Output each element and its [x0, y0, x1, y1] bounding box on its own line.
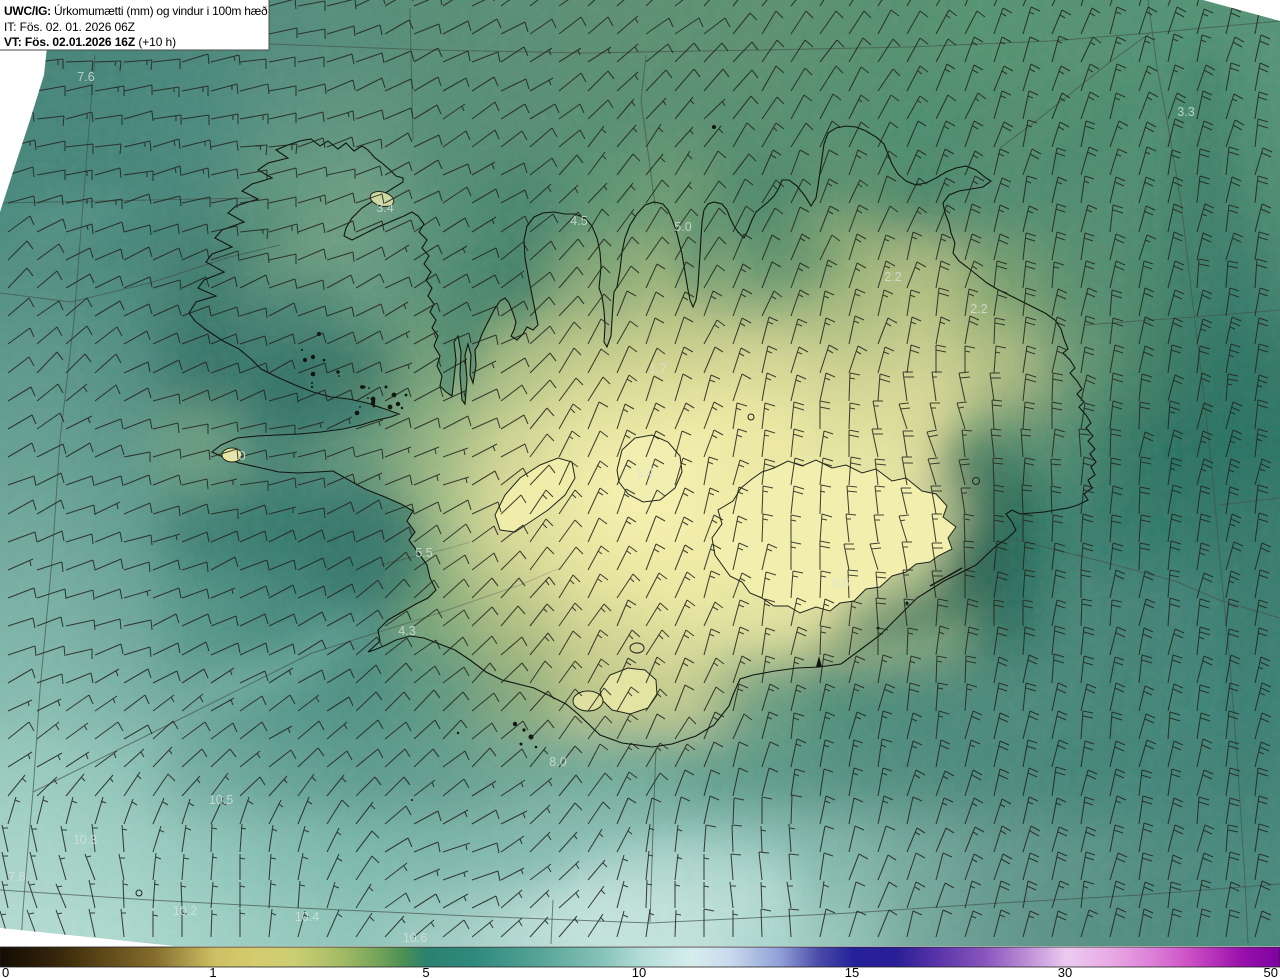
svg-text:UWC/IG: Úrkomumætti (mm) og vi: UWC/IG: Úrkomumætti (mm) og vindur i 100… — [4, 3, 268, 18]
svg-text:10.4: 10.4 — [295, 910, 319, 924]
svg-text:30: 30 — [1058, 965, 1072, 978]
svg-text:5: 5 — [422, 965, 429, 978]
svg-text:3.3: 3.3 — [1177, 105, 1194, 119]
svg-text:10: 10 — [632, 965, 646, 978]
svg-text:4.5: 4.5 — [570, 214, 587, 228]
svg-text:7.6: 7.6 — [77, 70, 94, 84]
svg-text:3.4: 3.4 — [376, 201, 393, 215]
svg-text:2.2: 2.2 — [884, 270, 901, 284]
svg-text:15: 15 — [845, 965, 859, 978]
svg-text:8.0: 8.0 — [549, 755, 566, 769]
svg-text:1.7: 1.7 — [649, 362, 666, 376]
svg-text:10.2: 10.2 — [173, 904, 197, 918]
svg-text:VT: Fös. 02.01.2026 16Z (+10 h: VT: Fös. 02.01.2026 16Z (+10 h) — [4, 35, 176, 49]
svg-text:1: 1 — [209, 965, 216, 978]
svg-text:2.2: 2.2 — [970, 302, 987, 316]
svg-text:4.0: 4.0 — [228, 449, 245, 463]
svg-text:10.5: 10.5 — [209, 793, 233, 807]
svg-text:0: 0 — [2, 965, 9, 978]
svg-text:IT: Fös. 02. 01. 2026 06Z: IT: Fös. 02. 01. 2026 06Z — [4, 20, 135, 34]
svg-text:0.6: 0.6 — [832, 576, 849, 590]
svg-text:1.4: 1.4 — [636, 466, 653, 480]
svg-text:10.3: 10.3 — [73, 833, 97, 847]
svg-text:10.6: 10.6 — [403, 931, 427, 945]
svg-text:5.0: 5.0 — [674, 220, 691, 234]
svg-text:7.8: 7.8 — [8, 870, 25, 884]
svg-text:50: 50 — [1264, 965, 1278, 978]
svg-text:5.5: 5.5 — [415, 546, 432, 560]
svg-text:4.3: 4.3 — [398, 624, 415, 638]
